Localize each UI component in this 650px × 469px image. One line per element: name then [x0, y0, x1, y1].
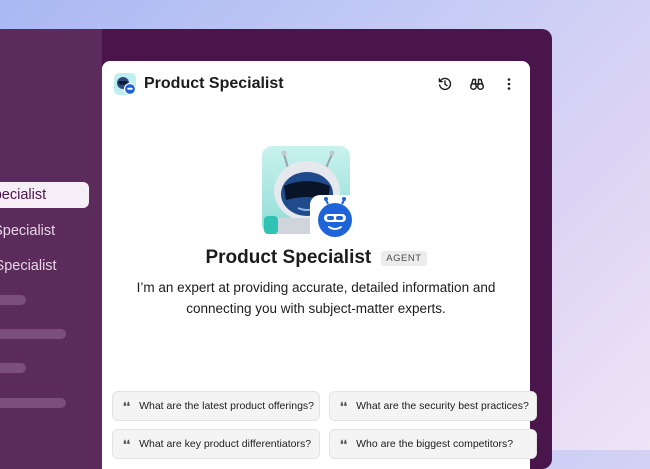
suggested-prompt[interactable]: ❛❛ What are the security best practices?: [329, 391, 537, 421]
panel-title: Product Specialist: [144, 75, 284, 92]
prompt-label: What are the latest product offerings?: [139, 400, 314, 412]
header-actions: [434, 73, 520, 95]
suggested-prompt[interactable]: ❛❛ What are the latest product offerings…: [112, 391, 320, 421]
history-button[interactable]: [434, 73, 456, 95]
quote-icon: ❛❛: [340, 438, 348, 451]
panel-header: Product Specialist: [114, 72, 284, 96]
agent-description: I’m an expert at providing accurate, det…: [136, 280, 496, 316]
sidebar-item-product-specialist[interactable]: t Specialist: [0, 182, 89, 208]
agent-panel: Product Specialist Product Specialist AG…: [102, 61, 537, 469]
binoculars-icon: [470, 78, 484, 90]
quote-icon: ❛❛: [340, 400, 348, 413]
sidebar-placeholder: [0, 329, 66, 339]
sidebar-placeholder: [0, 363, 26, 373]
sidebar-placeholder: [0, 295, 26, 305]
agent-name: Product Specialist: [205, 247, 372, 268]
agent-avatar: [114, 73, 137, 96]
prompt-label: What are the security best practices?: [356, 400, 529, 412]
sidebar: e nts t Specialist ot Specialist ss Spec…: [0, 29, 102, 469]
more-button[interactable]: [498, 73, 520, 95]
more-vertical-icon: [507, 78, 511, 90]
sidebar-placeholder: [0, 398, 66, 408]
binoculars-button[interactable]: [466, 73, 488, 95]
suggested-prompt[interactable]: ❛❛ Who are the biggest competitors?: [329, 429, 537, 459]
suggested-prompt[interactable]: ❛❛ What are key product differentiators?: [112, 429, 320, 459]
quote-icon: ❛❛: [123, 438, 131, 451]
prompt-label: Who are the biggest competitors?: [356, 438, 514, 450]
sidebar-item-support-specialist[interactable]: ot Specialist: [0, 218, 55, 244]
app-window: e nts t Specialist ot Specialist ss Spec…: [0, 29, 552, 469]
prompt-label: What are key product differentiators?: [139, 438, 312, 450]
quote-icon: ❛❛: [123, 400, 131, 413]
agent-hero-image: [262, 146, 362, 246]
sidebar-item-business-specialist[interactable]: ss Specialist: [0, 253, 57, 279]
agent-name-row: Product Specialist AGENT: [102, 247, 530, 269]
workspace-title: e: [0, 75, 106, 95]
agent-badge: AGENT: [381, 250, 427, 266]
sidebar-item-label: t Specialist: [0, 187, 47, 203]
history-icon: [438, 77, 452, 91]
